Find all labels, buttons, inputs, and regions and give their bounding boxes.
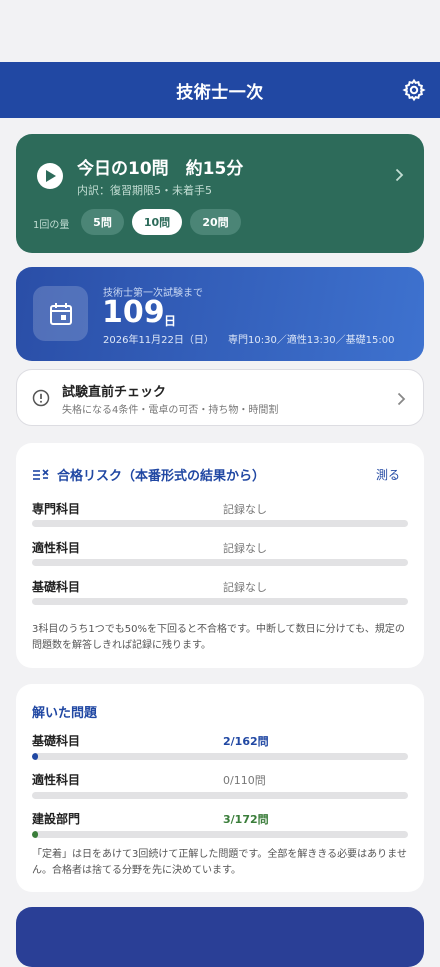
risk-bar (32, 598, 408, 605)
alert-circle-icon (32, 389, 50, 411)
countdown-days: 109 (102, 295, 165, 330)
risk-row-label: 適性科目 (32, 541, 81, 555)
countdown-unit: 日 (164, 314, 177, 328)
amount-option-20[interactable]: 20問 (190, 209, 241, 235)
risk-note: 3科目のうち1つでも50%を下回ると不合格です。中断して数日に分けても、規定の問… (32, 624, 405, 651)
chevron-right-icon (395, 167, 404, 186)
gear-icon[interactable] (402, 78, 426, 102)
risk-title: 合格リスク（本番形式の結果から） (57, 469, 266, 484)
solved-progress-bar (32, 831, 408, 838)
app-header: 技術士一次 (0, 62, 440, 118)
solved-title: 解いた問題 (32, 706, 98, 721)
check-title: 試験直前チェック (62, 385, 167, 400)
amount-option-10[interactable]: 10問 (132, 209, 182, 235)
check-subtitle: 失格になる4条件・電卓の可否・持ち物・時間割 (62, 405, 279, 416)
solved-problems-card: 解いた問題 基礎科目 2/162問 適性科目 0/110問 建設部門 3/172… (16, 684, 424, 892)
solved-row-label: 適性科目 (32, 773, 81, 787)
play-icon[interactable] (37, 163, 63, 189)
calendar-icon (33, 286, 88, 341)
amount-label: 1回の量 (33, 220, 70, 231)
today-title: 今日の10問 約15分 (77, 159, 244, 179)
solved-progress-bar (32, 753, 408, 760)
pass-risk-card: 合格リスク（本番形式の結果から） 測る 専門科目 記録なし 適性科目 記録なし … (16, 443, 424, 668)
today-breakdown: 内訳：復習期限5・未着手5 (77, 184, 212, 197)
solved-note: 「定着」は日をあけて3回続けて正解した問題です。全部を解ききる必要はありません。… (32, 849, 407, 876)
risk-row-value: 記録なし (223, 542, 267, 555)
risk-bar (32, 559, 408, 566)
solved-progress-fill (32, 753, 39, 760)
bottom-card (16, 907, 424, 967)
risk-row-label: 専門科目 (32, 502, 81, 516)
solved-row-count: 2/162問 (223, 735, 269, 748)
page-title: 技術士一次 (176, 82, 264, 103)
risk-row-value: 記録なし (223, 581, 267, 594)
solved-row-label: 基礎科目 (32, 734, 81, 748)
amount-option-5[interactable]: 5問 (81, 209, 124, 235)
pre-exam-check-card[interactable]: 試験直前チェック 失格になる4条件・電卓の可否・持ち物・時間割 (16, 369, 424, 426)
today-session-card[interactable]: 今日の10問 約15分 内訳：復習期限5・未着手5 1回の量 5問 10問 20… (16, 134, 424, 253)
risk-row-label: 基礎科目 (32, 580, 81, 594)
exam-times: 専門10:30／適性13:30／基礎15:00 (228, 335, 395, 346)
solved-row-label: 建設部門 (32, 812, 81, 826)
risk-compare-icon (32, 467, 50, 486)
risk-row-value: 記録なし (223, 503, 267, 516)
solved-row-count: 3/172問 (223, 813, 269, 826)
exam-countdown-card: 技術士第一次試験まで 109 日 2026年11月22日（日） 専門10:30／… (16, 267, 424, 361)
solved-progress-fill (32, 831, 39, 838)
measure-link[interactable]: 測る (376, 466, 400, 483)
solved-progress-bar (32, 792, 408, 799)
solved-row-count: 0/110問 (223, 774, 266, 787)
risk-bar (32, 520, 408, 527)
exam-date: 2026年11月22日（日） (103, 335, 214, 346)
chevron-right-icon (397, 391, 406, 410)
